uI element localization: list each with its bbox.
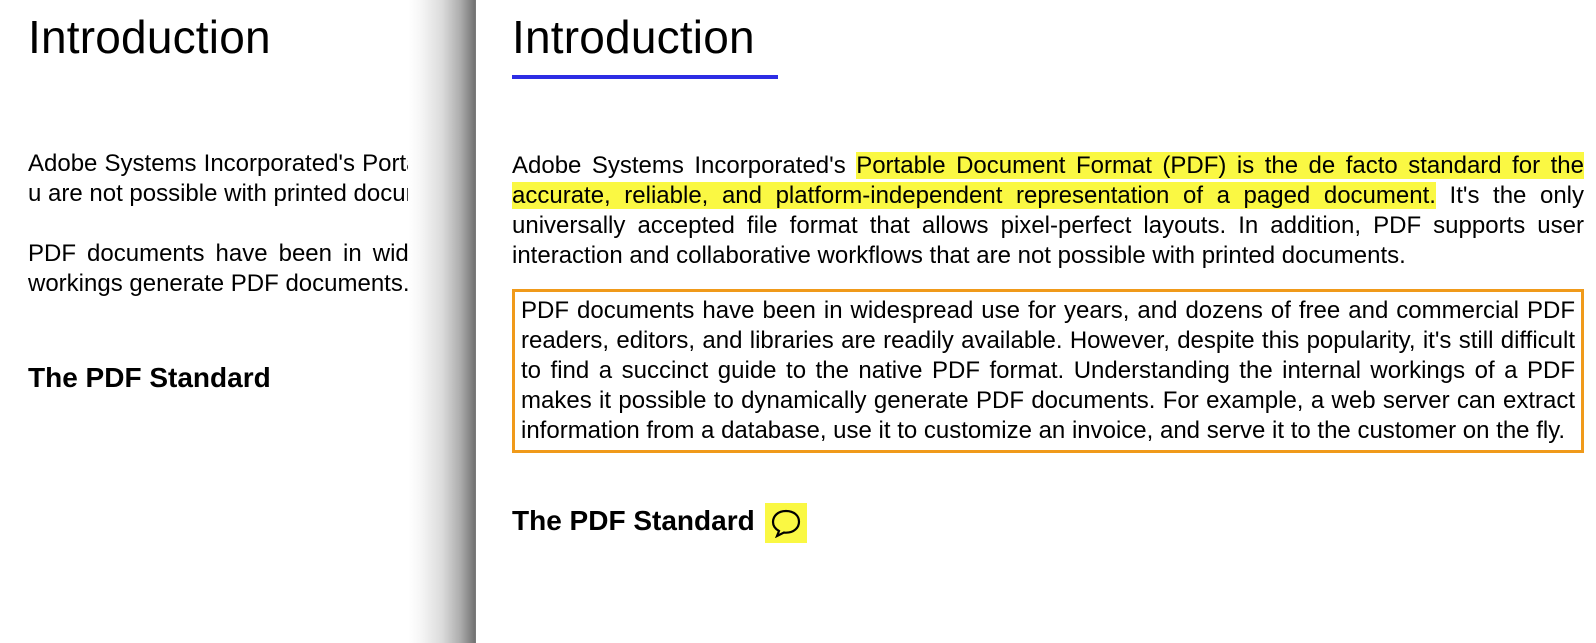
document-compare-view: Introduction Adobe Systems Incorporated'… [0, 0, 1596, 643]
page-right-paragraph-1: Adobe Systems Incorporated's Portable Do… [512, 151, 1584, 271]
para1-text-before: Adobe Systems Incorporated's [512, 152, 856, 179]
comment-annotation-icon[interactable] [765, 503, 807, 543]
page-gutter-shadow [408, 0, 498, 643]
page-right-content: Introduction Adobe Systems Incorporated'… [512, 12, 1584, 541]
rectangle-annotation[interactable]: PDF documents have been in widespread us… [512, 289, 1584, 453]
page-right-title: Introduction [512, 12, 1584, 63]
page-right: Introduction Adobe Systems Incorporated'… [408, 0, 1596, 643]
page-right-paragraph-2: PDF documents have been in widespread us… [521, 297, 1575, 444]
page-left-subheading: The PDF Standard [28, 361, 271, 395]
page-right-subheading: The PDF Standard [512, 504, 755, 538]
subheading-row: The PDF Standard [512, 501, 1584, 541]
page-gutter-edge [476, 0, 516, 643]
speech-bubble-icon [770, 508, 802, 538]
